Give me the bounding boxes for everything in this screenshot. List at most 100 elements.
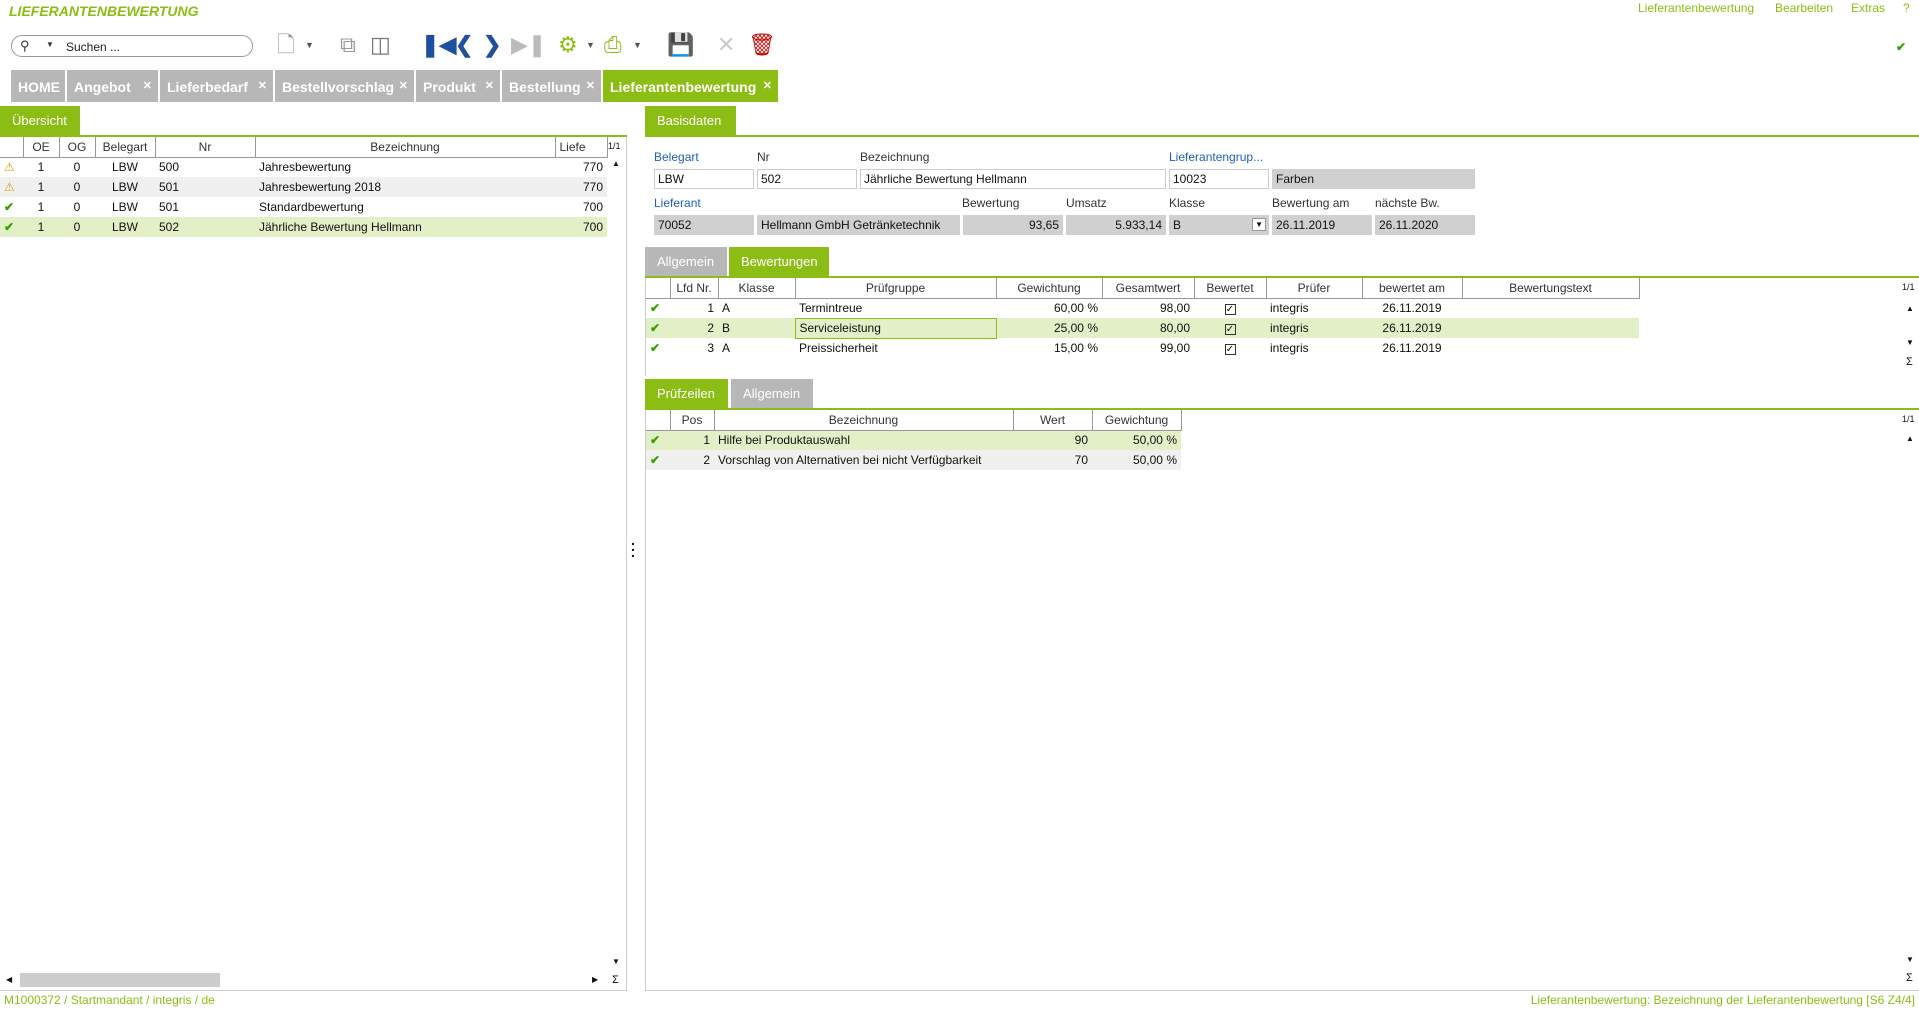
klasse-select[interactable]: B ▼ bbox=[1169, 215, 1269, 235]
close-icon[interactable]: ✕ bbox=[143, 79, 152, 92]
col-belegart[interactable]: Belegart bbox=[95, 137, 156, 158]
next-record-icon[interactable]: ❯ bbox=[483, 32, 501, 58]
col-klasse[interactable]: Klasse bbox=[718, 278, 796, 299]
close-icon[interactable]: ✕ bbox=[399, 79, 408, 92]
tab-bestellung[interactable]: Bestellung ✕ bbox=[502, 70, 601, 102]
scroll-down-icon[interactable]: ▼ bbox=[1906, 338, 1914, 347]
table-row[interactable]: ✔ 1 0 LBW 502 Jährliche Bewertung Hellma… bbox=[0, 217, 607, 237]
pager: 1/1 bbox=[1902, 282, 1915, 292]
table-row[interactable]: ✔ 1 0 LBW 501 Standardbewertung 700 bbox=[0, 197, 607, 217]
bezeichnung-field[interactable]: Jährliche Bewertung Hellmann bbox=[860, 169, 1166, 189]
splitter-handle[interactable]: ... bbox=[631, 533, 635, 559]
new-menu-chevron-icon[interactable]: ▼ bbox=[305, 32, 314, 58]
label-bewertung-am: Bewertung am bbox=[1272, 196, 1350, 210]
print-chevron-icon[interactable]: ▼ bbox=[633, 32, 642, 58]
scroll-up-icon[interactable]: ▲ bbox=[1906, 434, 1914, 443]
table-row[interactable]: ⚠ 1 0 LBW 500 Jahresbewertung 770 bbox=[0, 157, 607, 177]
search-icon[interactable]: ⚲ bbox=[20, 38, 30, 54]
sum-icon[interactable]: Σ bbox=[1906, 356, 1913, 368]
cancel-icon[interactable]: ✕ bbox=[717, 32, 735, 58]
tab-lieferbedarf[interactable]: Lieferbedarf ✕ bbox=[160, 70, 273, 102]
col-gewichtung[interactable]: Gewichtung bbox=[1092, 410, 1182, 431]
col-lfd-nr[interactable]: Lfd Nr. bbox=[670, 278, 719, 299]
col-bewertet[interactable]: Bewertet bbox=[1194, 278, 1267, 299]
col-bezeichnung[interactable]: Bezeichnung bbox=[714, 410, 1014, 431]
col-bewertungstext[interactable]: Bewertungstext bbox=[1462, 278, 1640, 299]
horizontal-scrollbar[interactable] bbox=[20, 973, 220, 987]
delete-icon[interactable]: 🗑 bbox=[748, 32, 776, 58]
label-lieferantengruppe[interactable]: Lieferantengrup... bbox=[1169, 150, 1263, 164]
previous-record-icon[interactable]: ❮ bbox=[455, 32, 473, 58]
tab-bestellvorschlag[interactable]: Bestellvorschlag ✕ bbox=[275, 70, 414, 102]
col-pruefer[interactable]: Prüfer bbox=[1266, 278, 1363, 299]
paste-icon[interactable]: ◫ bbox=[370, 32, 391, 58]
scroll-left-icon[interactable]: ◀ bbox=[6, 975, 12, 984]
col-lieferant[interactable]: Liefe bbox=[555, 137, 608, 158]
bewertet-checkbox[interactable]: ✓ bbox=[1224, 324, 1236, 335]
sum-icon[interactable]: Σ bbox=[1906, 972, 1913, 984]
tab-allgemein-2[interactable]: Allgemein bbox=[731, 379, 813, 408]
new-document-icon[interactable]: 🗋 bbox=[277, 32, 295, 58]
tab-produkt[interactable]: Produkt ✕ bbox=[416, 70, 500, 102]
close-icon[interactable]: ✕ bbox=[485, 79, 494, 92]
bewertet-checkbox[interactable]: ✓ bbox=[1224, 344, 1236, 355]
scroll-down-icon[interactable]: ▼ bbox=[1906, 955, 1914, 964]
overview-panel: OE OG Belegart Nr Bezeichnung Liefe ⚠ 1 … bbox=[0, 137, 627, 991]
search-input[interactable]: Suchen ... bbox=[66, 40, 120, 54]
app-title: LIEFERANTENBEWERTUNG bbox=[9, 3, 199, 19]
tab-allgemein[interactable]: Allgemein bbox=[645, 247, 727, 276]
menu-lieferantenbewertung[interactable]: Lieferantenbewertung bbox=[1638, 1, 1754, 15]
table-row[interactable]: ✔ 1 Hilfe bei Produktauswahl 90 50,00 % bbox=[646, 430, 1181, 450]
gear-icon[interactable]: ⚙ bbox=[558, 32, 578, 58]
table-row[interactable]: ✔ 1 A Termintreue 60,00 % 98,00 ✓ integr… bbox=[646, 298, 1639, 318]
save-icon[interactable]: 💾 bbox=[667, 32, 694, 58]
nr-field[interactable]: 502 bbox=[757, 169, 857, 189]
col-nr[interactable]: Nr bbox=[155, 137, 256, 158]
col-wert[interactable]: Wert bbox=[1013, 410, 1093, 431]
scroll-right-icon[interactable]: ▶ bbox=[592, 975, 598, 984]
sum-icon[interactable]: Σ bbox=[612, 974, 619, 986]
scroll-up-icon[interactable]: ▲ bbox=[612, 159, 620, 168]
lieferant-field[interactable]: 70052 bbox=[654, 215, 754, 235]
tab-pruefzeilen[interactable]: Prüfzeilen bbox=[645, 379, 728, 408]
col-pruefgruppe[interactable]: Prüfgruppe bbox=[795, 278, 997, 299]
last-record-icon[interactable]: ▶❚ bbox=[511, 32, 546, 58]
first-record-icon[interactable]: ❚◀ bbox=[421, 32, 456, 58]
chevron-down-icon[interactable]: ▼ bbox=[1252, 218, 1266, 231]
col-bewertet-am[interactable]: bewertet am bbox=[1362, 278, 1463, 299]
col-pos[interactable]: Pos bbox=[670, 410, 715, 431]
menu-extras[interactable]: Extras bbox=[1851, 1, 1885, 15]
table-row[interactable]: ⚠ 1 0 LBW 501 Jahresbewertung 2018 770 bbox=[0, 177, 607, 197]
search-box[interactable]: ⚲ ▼ Suchen ... bbox=[11, 35, 253, 57]
col-gesamtwert[interactable]: Gesamtwert bbox=[1102, 278, 1195, 299]
chevron-down-icon[interactable]: ▼ bbox=[46, 40, 54, 49]
scroll-down-icon[interactable]: ▼ bbox=[612, 957, 620, 966]
bewertet-checkbox[interactable]: ✓ bbox=[1224, 304, 1236, 316]
print-icon[interactable]: ⎙ bbox=[604, 32, 622, 58]
menu-help[interactable]: ? bbox=[1903, 1, 1910, 15]
col-gewichtung[interactable]: Gewichtung bbox=[996, 278, 1103, 299]
col-og[interactable]: OG bbox=[59, 137, 96, 158]
col-bezeichnung[interactable]: Bezeichnung bbox=[255, 137, 556, 158]
col-oe[interactable]: OE bbox=[23, 137, 60, 158]
tab-uebersicht[interactable]: Übersicht bbox=[0, 106, 80, 135]
copy-icon[interactable]: ⧉ bbox=[340, 32, 356, 58]
tab-basisdaten[interactable]: Basisdaten bbox=[645, 106, 736, 135]
active-cell[interactable]: Serviceleistung bbox=[794, 317, 997, 339]
belegart-field[interactable]: LBW bbox=[654, 169, 754, 189]
tab-bewertungen[interactable]: Bewertungen bbox=[729, 247, 829, 276]
table-row[interactable]: ✔ 2 Vorschlag von Alternativen bei nicht… bbox=[646, 450, 1181, 470]
close-icon[interactable]: ✕ bbox=[586, 79, 595, 92]
label-bewertung: Bewertung bbox=[962, 196, 1020, 210]
close-icon[interactable]: ✕ bbox=[258, 79, 267, 92]
tab-lieferantenbewertung[interactable]: Lieferantenbewertung ✕ bbox=[603, 70, 778, 102]
gear-chevron-icon[interactable]: ▼ bbox=[586, 32, 595, 58]
table-row[interactable]: ✔ 2 B Serviceleistung 25,00 % 80,00 ✓ in… bbox=[646, 317, 1639, 339]
menu-bearbeiten[interactable]: Bearbeiten bbox=[1775, 1, 1833, 15]
table-row[interactable]: ✔ 3 A Preissicherheit 15,00 % 99,00 ✓ in… bbox=[646, 338, 1639, 358]
scroll-up-icon[interactable]: ▲ bbox=[1906, 304, 1914, 313]
lieferantengruppe-field[interactable]: 10023 bbox=[1169, 169, 1269, 189]
tab-angebot[interactable]: Angebot ✕ bbox=[67, 70, 158, 102]
tab-home[interactable]: HOME bbox=[11, 70, 65, 102]
close-icon[interactable]: ✕ bbox=[763, 79, 772, 92]
